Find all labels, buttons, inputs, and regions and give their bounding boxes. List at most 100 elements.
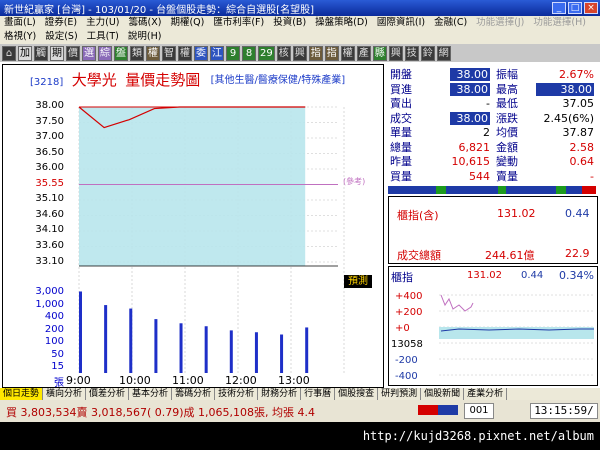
toolbar-button[interactable]: 觸 [34, 45, 48, 61]
quote-value: 10,615 [451, 155, 491, 168]
toolbar-button[interactable]: 盤 [114, 45, 128, 61]
status-indicator [418, 405, 458, 415]
volume-bar [129, 308, 133, 373]
menu-item[interactable]: 匯市利率(F) [213, 16, 264, 30]
toolbar-button[interactable]: 8 [242, 45, 256, 61]
toolbar-button[interactable]: 選 [82, 45, 96, 61]
title-bar: 新世紀贏家 [台灣] - 103/01/20 - 台盤個股走勢：綜合自選股[名望… [0, 0, 600, 16]
toolbar-button[interactable]: 權 [178, 45, 192, 61]
quote-value: 2 [483, 126, 490, 139]
index-label: 櫃指(含) [397, 209, 439, 222]
tab-6[interactable]: 財務分析 [258, 388, 302, 400]
menu-item[interactable]: 證券(E) [45, 16, 77, 30]
toolbar-button[interactable]: 加 [18, 45, 32, 61]
quote-value: 37.05 [562, 97, 595, 110]
menu-bar: 畫面(L) 證券(E) 主力(U) 籌碼(X) 期權(Q) 匯市利率(F) 投資(B) 操盤策… [0, 16, 600, 44]
menu-item[interactable]: 金融(C) [434, 16, 467, 30]
menu-item[interactable]: 籌碼(X) [129, 16, 162, 30]
toolbar-button[interactable]: 江 [210, 45, 224, 61]
toolbar-button[interactable]: 權 [146, 45, 160, 61]
volume-tick-label: 1,000 [35, 298, 64, 310]
toolbar-button[interactable]: 指 [324, 45, 339, 61]
menu-item[interactable]: 操盤策略(D) [315, 16, 368, 30]
quote-label: 買量 [390, 169, 412, 183]
tab-1[interactable]: 橫向分析 [43, 388, 87, 400]
time-tick-label: 11:00 [172, 374, 204, 387]
status-bar: 買 3,803,534賣 3,018,567( 0.79)成 1,065,108… [0, 400, 600, 422]
toolbar-button[interactable]: 智 [162, 45, 176, 61]
quote-label: 買進 [390, 82, 412, 96]
quote-label: 單量 [390, 126, 412, 139]
menu-item[interactable]: 畫面(L) [4, 16, 36, 30]
price-tick-label: 38.00 [35, 100, 64, 111]
index-tick-label: +400 [395, 291, 422, 302]
quote-panel: 開盤 38.00 振幅 2.67% 買進 38.00 最高 38.00 賣出 - 最低 37.05 成交… [386, 64, 600, 194]
menu-item[interactable]: 格視(Y) [4, 30, 36, 44]
volume-bar [104, 305, 108, 373]
index-tick-label: +200 [395, 307, 422, 318]
tab-3[interactable]: 基本分析 [129, 388, 173, 400]
menu-item[interactable]: 工具(T) [87, 30, 119, 44]
quote-value: 0.64 [569, 155, 595, 168]
toolbar-button[interactable]: 網 [436, 45, 451, 61]
toolbar-button[interactable]: 權 [340, 45, 355, 61]
page-counter[interactable]: 001 [464, 403, 494, 419]
tab-7[interactable]: 行事曆 [301, 388, 336, 400]
quote-label: 變動 [496, 155, 518, 168]
chart-title: 量價走勢圖 [125, 71, 201, 89]
home-icon[interactable]: ⌂ [2, 45, 16, 61]
toolbar-button[interactable]: 縣 [372, 45, 387, 61]
quote-label: 開盤 [390, 68, 412, 81]
tab-4[interactable]: 籌碼分析 [172, 388, 216, 400]
tab-5[interactable]: 技術分析 [215, 388, 259, 400]
toolbar-button[interactable]: 9 [226, 45, 240, 61]
menu-item[interactable]: 功能選擇(J) [476, 16, 524, 30]
volume-bar [305, 327, 309, 373]
toolbar-button[interactable]: 鈴 [420, 45, 435, 61]
menu-item[interactable]: 投資(B) [273, 16, 306, 30]
tab-2[interactable]: 價差分析 [86, 388, 130, 400]
quote-value: 38.00 [450, 111, 490, 125]
quote-value: 38.00 [536, 82, 594, 96]
toolbar-button[interactable]: 類 [130, 45, 144, 61]
tab-8[interactable]: 個股搜查 [335, 388, 379, 400]
toolbar-button[interactable]: 產 [356, 45, 371, 61]
toolbar-button[interactable]: 綜 [98, 45, 112, 61]
tab-9[interactable]: 研判預測 [378, 388, 422, 400]
toolbar-button[interactable]: 興 [388, 45, 403, 61]
amount-value: 244.61億 [485, 249, 535, 262]
price-tick-label: 37.50 [35, 115, 64, 127]
volume-tick-label: 張 [54, 377, 64, 389]
menu-item[interactable]: 設定(S) [45, 30, 77, 44]
menu-item[interactable]: 說明(H) [128, 30, 162, 44]
minimize-button[interactable]: _ [552, 2, 566, 14]
toolbar-button[interactable]: 價 [66, 45, 80, 61]
toolbar-button[interactable]: 委 [194, 45, 208, 61]
amount-label: 成交總額 [397, 249, 441, 262]
price-tick-label: 36.50 [35, 146, 64, 158]
tab-11[interactable]: 產業分析 [464, 388, 508, 400]
toolbar-button[interactable]: 技 [404, 45, 419, 61]
tab-10[interactable]: 個股新聞 [421, 388, 465, 400]
tab-0[interactable]: 個日走勢 [0, 388, 44, 400]
menu-item[interactable]: 期權(Q) [170, 16, 204, 30]
predict-button[interactable]: 預測 [344, 275, 372, 288]
watermark-url: http://kujd3268.pixnet.net/album [362, 429, 594, 443]
quote-label: 總量 [390, 140, 412, 154]
menu-item[interactable]: 主力(U) [86, 16, 119, 30]
toolbar-button[interactable]: 核 [276, 45, 291, 61]
maximize-button[interactable]: □ [568, 2, 582, 14]
otc-index-panel: 櫃指(含) 131.02 0.44 成交總額 244.61億 22.9 [388, 196, 598, 264]
menu-item[interactable]: 國際資訊(I) [377, 16, 425, 30]
quote-value: 37.87 [562, 126, 595, 139]
volume-tick-label: 3,000 [35, 286, 64, 297]
close-button[interactable]: × [584, 2, 598, 14]
menu-row-2: 格視(Y) 設定(S) 工具(T) 說明(H) [0, 30, 600, 44]
toolbar-button[interactable]: 29 [258, 45, 275, 61]
quote-value: - [486, 97, 490, 110]
toolbar-button[interactable]: 指 [308, 45, 323, 61]
toolbar-button[interactable]: 興 [292, 45, 307, 61]
toolbar-button[interactable]: 期 [50, 45, 64, 61]
menu-item[interactable]: 功能選擇(H) [533, 16, 586, 30]
volume-bar [254, 332, 258, 373]
